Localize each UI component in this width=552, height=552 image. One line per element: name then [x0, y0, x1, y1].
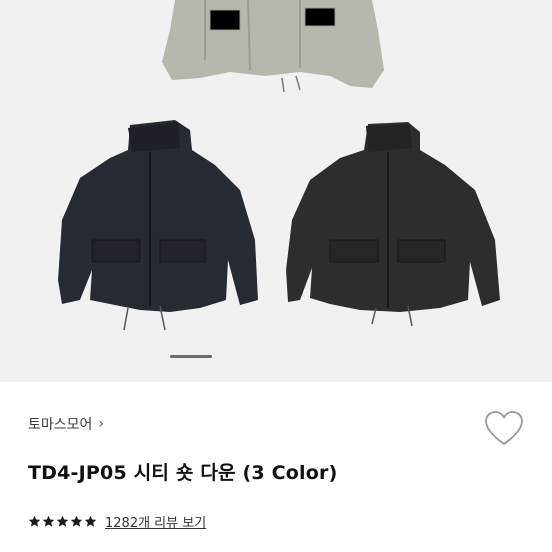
brand-link[interactable]: 토마스모어 ›	[28, 414, 104, 434]
carousel-indicator	[170, 355, 212, 358]
black-jacket-image	[286, 122, 500, 327]
product-image-gallery[interactable]	[0, 0, 552, 382]
star-icon	[70, 515, 83, 527]
product-image	[58, 0, 500, 331]
rating-stars	[28, 515, 97, 528]
wishlist-button[interactable]	[484, 410, 524, 448]
star-icon	[42, 515, 55, 527]
review-link[interactable]: 1282개 리뷰 보기	[105, 512, 206, 531]
gray-jacket-image	[162, 0, 384, 93]
brand-label: 토마스모어	[28, 417, 93, 433]
star-icon	[56, 515, 69, 527]
product-title: TD4-JP05 시티 숏 다운 (3 Color)	[28, 462, 338, 484]
navy-jacket-image	[58, 120, 258, 331]
star-icon	[84, 515, 97, 527]
heart-icon	[485, 411, 523, 445]
rating-row: 1282개 리뷰 보기	[28, 512, 206, 531]
star-icon	[28, 515, 41, 527]
chevron-right-icon: ›	[98, 416, 105, 432]
